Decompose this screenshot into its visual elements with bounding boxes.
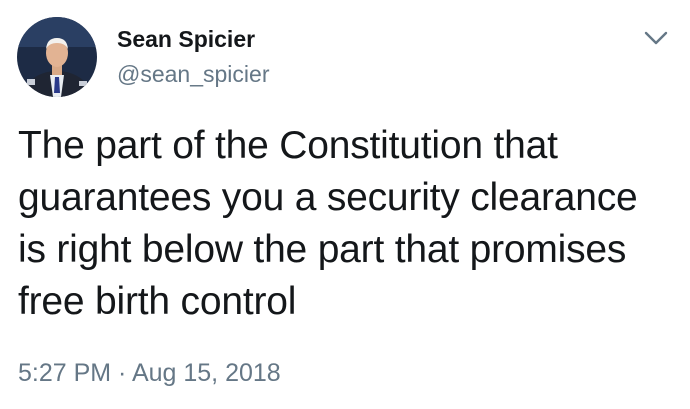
- chevron-down-icon: [644, 31, 668, 45]
- author-display-name[interactable]: Sean Spicier: [117, 24, 255, 54]
- author-handle[interactable]: @sean_spicier: [117, 59, 269, 89]
- tweet-menu-button[interactable]: [642, 28, 670, 48]
- avatar[interactable]: [17, 17, 97, 97]
- tweet-card: Sean Spicier @sean_spicier The part of t…: [0, 0, 690, 409]
- profile-photo-icon: [17, 17, 97, 97]
- tweet-timestamp[interactable]: 5:27 PM · Aug 15, 2018: [18, 356, 281, 390]
- tweet-text: The part of the Constitution that guaran…: [18, 124, 638, 323]
